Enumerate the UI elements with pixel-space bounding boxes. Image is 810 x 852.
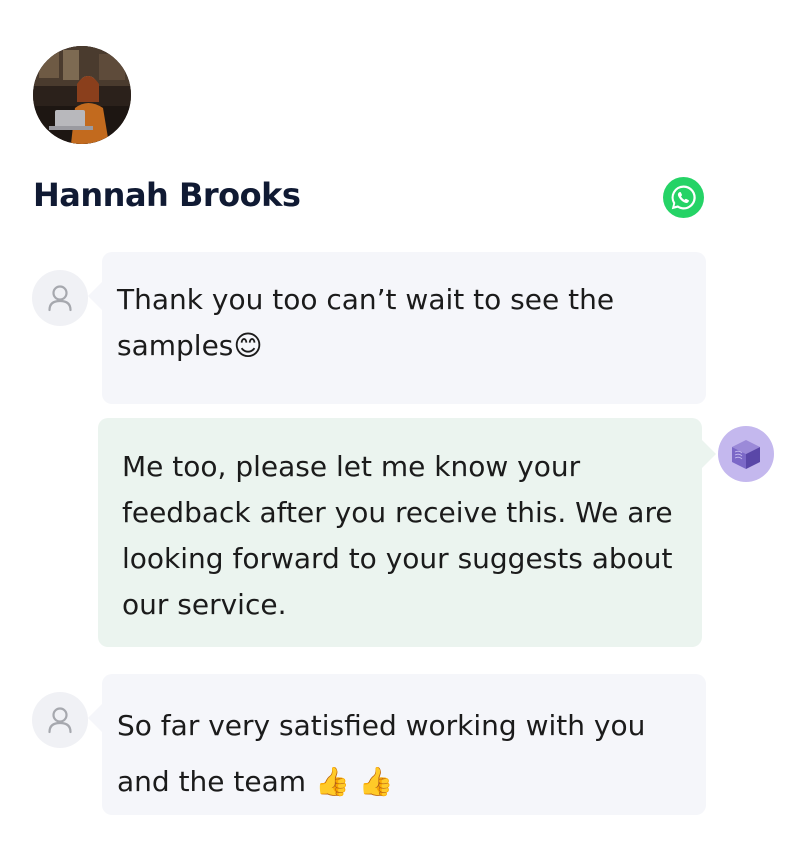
whatsapp-icon[interactable] — [663, 177, 704, 218]
bubble-tail — [702, 440, 716, 468]
user-avatar — [32, 270, 88, 326]
thumbs-up-emoji: 👍 👍 — [314, 765, 394, 798]
contact-name: Hannah Brooks — [33, 176, 301, 214]
contact-photo — [33, 46, 131, 144]
message-text: Thank you too can’t wait to see the samp… — [117, 283, 615, 362]
message-text: Me too, please let me know your feedback… — [122, 450, 673, 621]
user-avatar — [32, 692, 88, 748]
bot-avatar — [718, 426, 774, 482]
message-bubble-incoming[interactable]: Thank you too can’t wait to see the samp… — [102, 252, 706, 404]
bubble-tail — [88, 282, 102, 310]
cube-icon — [732, 440, 760, 469]
contact-avatar[interactable] — [33, 46, 131, 144]
smile-emoji: 😊 — [233, 329, 263, 362]
message-bubble-outgoing[interactable]: Me too, please let me know your feedback… — [98, 418, 702, 647]
message-bubble-incoming[interactable]: So far very satisfied working with you a… — [102, 674, 706, 815]
user-icon — [48, 285, 72, 312]
user-icon — [48, 707, 72, 734]
bubble-tail — [88, 704, 102, 732]
